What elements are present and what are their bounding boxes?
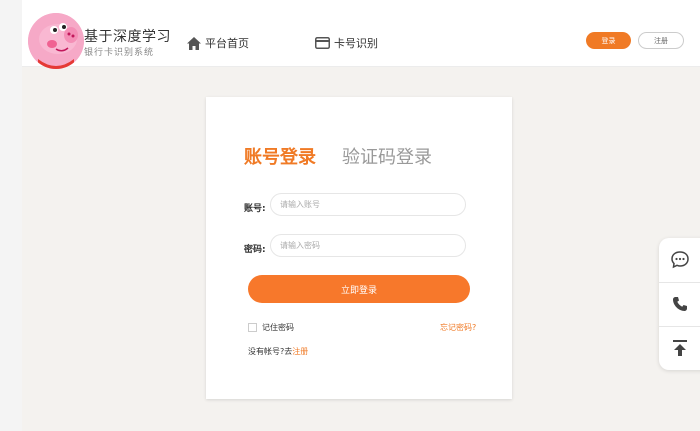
brand-subtitle: 银行卡识别系统 <box>84 48 155 58</box>
nav-home[interactable]: 平台首页 <box>187 34 249 52</box>
chat-bubble-icon <box>670 251 689 269</box>
nav-card-recognition-label: 卡号识别 <box>334 37 378 50</box>
nav-card-recognition[interactable]: 卡号识别 <box>315 34 378 52</box>
side-back-to-top-button[interactable] <box>659 326 700 370</box>
side-toolbar <box>659 238 700 370</box>
credit-card-icon <box>315 37 330 49</box>
side-phone-button[interactable] <box>659 282 700 326</box>
header-register-button[interactable]: 注册 <box>638 32 684 49</box>
password-label: 密码: <box>244 245 266 255</box>
remember-password[interactable]: 记住密码 <box>248 322 294 333</box>
account-input[interactable] <box>270 193 466 216</box>
no-account-row: 没有帐号?去注册 <box>248 346 308 357</box>
account-label: 账号: <box>244 204 266 214</box>
side-chat-button[interactable] <box>659 238 700 282</box>
forgot-password-link[interactable]: 忘记密码? <box>440 322 476 333</box>
tab-account-login[interactable]: 账号登录 <box>244 143 316 169</box>
password-input[interactable] <box>270 234 466 257</box>
phone-icon <box>672 297 687 311</box>
peppa-pig-avatar-icon[interactable] <box>28 13 84 69</box>
home-icon <box>187 36 201 50</box>
remember-checkbox[interactable] <box>248 323 257 332</box>
register-link[interactable]: 注册 <box>292 347 308 356</box>
brand-title: 基于深度学习 <box>84 29 171 45</box>
nav-home-label: 平台首页 <box>205 37 249 50</box>
header-login-button[interactable]: 登录 <box>586 32 631 49</box>
top-white-strip <box>0 0 700 11</box>
remember-label: 记住密码 <box>262 323 294 332</box>
left-margin-strip <box>0 0 22 431</box>
tab-code-login[interactable]: 验证码登录 <box>342 143 432 169</box>
login-submit-button[interactable]: 立即登录 <box>248 275 470 303</box>
back-to-top-icon <box>672 340 687 356</box>
no-account-text: 没有帐号?去 <box>248 347 293 356</box>
